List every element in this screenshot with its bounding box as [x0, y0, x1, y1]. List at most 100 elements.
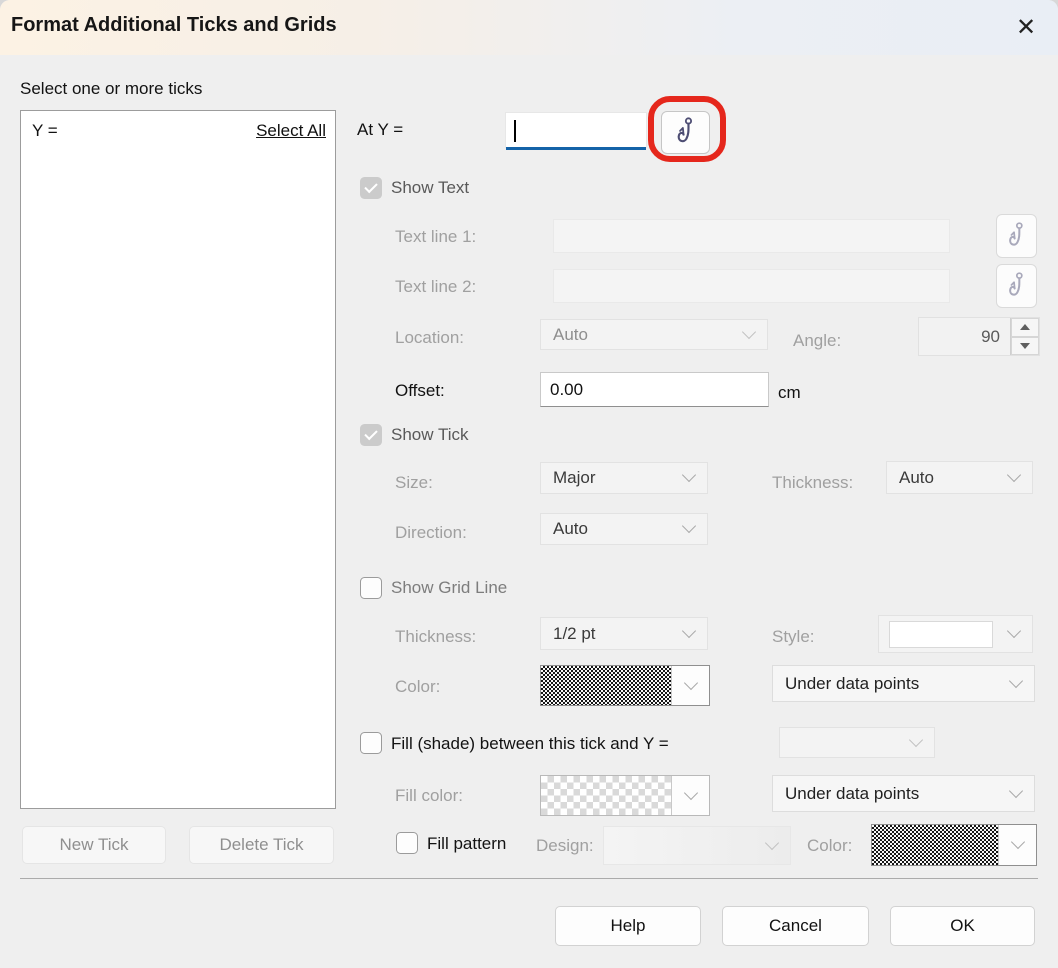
tick-thickness-value: Auto: [899, 468, 934, 488]
spin-up-button[interactable]: [1011, 318, 1039, 337]
listbox-header-y: Y =: [32, 121, 58, 141]
at-y-hook-button[interactable]: [661, 111, 710, 154]
grid-placement-dropdown[interactable]: Under data points: [772, 665, 1035, 702]
angle-value: 90: [919, 318, 1010, 355]
show-tick-label: Show Tick: [391, 425, 468, 445]
style-dropdown[interactable]: [878, 615, 1033, 653]
window-title: Format Additional Ticks and Grids: [11, 14, 337, 37]
help-label: Help: [611, 916, 646, 936]
text-line-2-label: Text line 2:: [395, 277, 476, 297]
direction-dropdown[interactable]: Auto: [540, 513, 708, 545]
chevron-down-icon: [682, 468, 696, 482]
location-label: Location:: [395, 328, 464, 348]
design-label: Design:: [536, 836, 594, 856]
dropdown-button[interactable]: [671, 666, 709, 705]
grid-color-dropdown[interactable]: [540, 665, 710, 706]
chevron-down-icon: [909, 732, 923, 746]
at-y-label: At Y =: [357, 120, 403, 140]
grid-placement-value: Under data points: [785, 674, 919, 694]
chevron-down-icon: [1007, 467, 1021, 481]
text-line-2-hook-button[interactable]: [996, 264, 1037, 308]
chevron-down-icon: [742, 324, 756, 338]
chevron-down-icon: [682, 519, 696, 533]
close-icon: ✕: [1016, 13, 1036, 42]
spin-down-button[interactable]: [1011, 337, 1039, 356]
fill-color-label: Fill color:: [395, 786, 463, 806]
grid-thickness-value: 1/2 pt: [553, 624, 596, 644]
dropdown-button[interactable]: [998, 825, 1036, 865]
fill-pattern-checkbox[interactable]: [396, 832, 418, 854]
new-tick-label: New Tick: [60, 835, 129, 855]
location-value: Auto: [553, 325, 588, 345]
arrow-down-icon: [1020, 343, 1030, 349]
color-swatch-pattern: [541, 666, 671, 705]
ticks-listbox[interactable]: Y = Select All: [20, 110, 336, 809]
pattern-color-label: Color:: [807, 836, 852, 856]
show-tick-checkbox[interactable]: [360, 424, 382, 446]
chevron-down-icon: [1009, 783, 1023, 797]
help-button[interactable]: Help: [555, 906, 701, 946]
arrow-up-icon: [1020, 324, 1030, 330]
offset-unit-label: cm: [778, 383, 801, 403]
hook-icon: [674, 116, 698, 149]
show-grid-line-checkbox[interactable]: [360, 577, 382, 599]
color-swatch-pattern: [541, 776, 671, 815]
show-text-label: Show Text: [391, 178, 469, 198]
size-dropdown[interactable]: Major: [540, 462, 708, 494]
chevron-down-icon: [682, 623, 696, 637]
chevron-down-icon: [1007, 624, 1021, 638]
grid-thickness-label: Thickness:: [395, 627, 476, 647]
footer-divider: [20, 878, 1038, 879]
delete-tick-label: Delete Tick: [219, 835, 303, 855]
style-label: Style:: [772, 627, 815, 647]
grid-color-label: Color:: [395, 677, 440, 697]
ok-label: OK: [950, 916, 975, 936]
design-dropdown[interactable]: [603, 826, 791, 865]
format-ticks-dialog: Format Additional Ticks and Grids ✕ Sele…: [0, 0, 1058, 968]
text-line-2-input[interactable]: [553, 269, 950, 303]
fill-color-dropdown[interactable]: [540, 775, 710, 816]
show-grid-line-label: Show Grid Line: [391, 578, 507, 598]
cancel-button[interactable]: Cancel: [722, 906, 869, 946]
chevron-down-icon: [684, 785, 698, 799]
hook-icon: [1006, 271, 1028, 302]
fill-between-label: Fill (shade) between this tick and Y =: [391, 734, 669, 754]
angle-spinner[interactable]: 90: [918, 317, 1040, 356]
titlebar: Format Additional Ticks and Grids ✕: [0, 0, 1058, 55]
line-style-swatch: [889, 621, 993, 648]
tick-thickness-dropdown[interactable]: Auto: [886, 461, 1033, 494]
delete-tick-button[interactable]: Delete Tick: [189, 826, 334, 864]
select-all-link[interactable]: Select All: [256, 121, 326, 141]
hook-icon: [1006, 221, 1028, 252]
location-dropdown[interactable]: Auto: [540, 319, 768, 350]
angle-label: Angle:: [793, 331, 841, 351]
offset-input[interactable]: 0.00: [540, 372, 769, 407]
fill-placement-dropdown[interactable]: Under data points: [772, 775, 1035, 812]
dropdown-button[interactable]: [671, 776, 709, 815]
new-tick-button[interactable]: New Tick: [22, 826, 166, 864]
fill-between-checkbox[interactable]: [360, 732, 382, 754]
ok-button[interactable]: OK: [890, 906, 1035, 946]
grid-thickness-dropdown[interactable]: 1/2 pt: [540, 617, 708, 650]
fill-between-y-dropdown[interactable]: [779, 727, 935, 758]
text-cursor: [514, 120, 516, 142]
close-button[interactable]: ✕: [1008, 9, 1044, 45]
offset-label: Offset:: [395, 381, 445, 401]
text-line-1-hook-button[interactable]: [996, 214, 1037, 258]
direction-value: Auto: [553, 519, 588, 539]
size-label: Size:: [395, 473, 433, 493]
chevron-down-icon: [1009, 673, 1023, 687]
pattern-color-dropdown[interactable]: [871, 824, 1037, 866]
at-y-input[interactable]: [505, 112, 647, 148]
show-text-checkbox[interactable]: [360, 177, 382, 199]
fill-pattern-label: Fill pattern: [427, 834, 506, 854]
fill-placement-value: Under data points: [785, 784, 919, 804]
direction-label: Direction:: [395, 523, 467, 543]
focus-underline: [506, 147, 646, 150]
chevron-down-icon: [765, 835, 779, 849]
select-ticks-heading: Select one or more ticks: [20, 79, 202, 99]
offset-value: 0.00: [550, 380, 583, 400]
chevron-down-icon: [1011, 835, 1025, 849]
text-line-1-input[interactable]: [553, 219, 950, 253]
cancel-label: Cancel: [769, 916, 822, 936]
